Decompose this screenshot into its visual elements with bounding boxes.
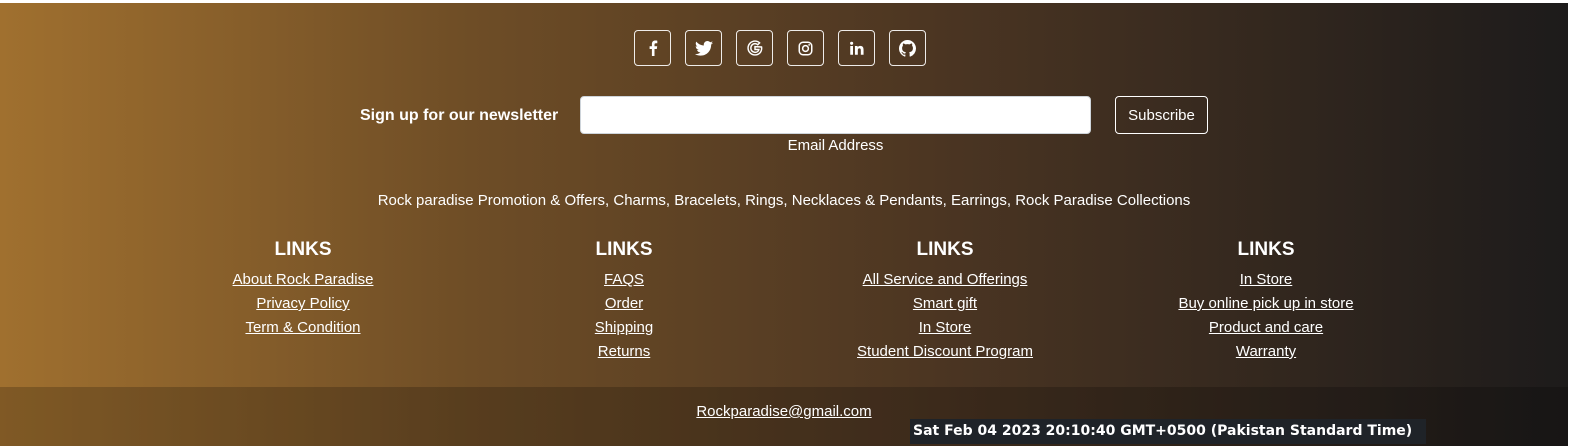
linkedin-button[interactable] [838, 30, 875, 66]
column-title: LINKS [1237, 239, 1295, 260]
instagram-icon [798, 41, 813, 56]
link-returns[interactable]: Returns [464, 340, 784, 364]
contact-email-link[interactable]: Rockparadise@gmail.com [696, 403, 871, 420]
link-in-store[interactable]: In Store [785, 316, 1105, 340]
github-button[interactable] [889, 30, 926, 66]
link-shipping[interactable]: Shipping [464, 316, 784, 340]
email-caption: Email Address [787, 137, 884, 154]
google-icon [746, 40, 763, 56]
links-column-4: LINKS In Store Buy online pick up in sto… [1106, 238, 1426, 364]
current-datetime: Sat Feb 04 2023 20:10:40 GMT+0500 (Pakis… [910, 419, 1426, 444]
link-services[interactable]: All Service and Offerings [785, 268, 1105, 292]
link-about[interactable]: About Rock Paradise [143, 268, 463, 292]
instagram-button[interactable] [787, 30, 824, 66]
link-student-discount[interactable]: Student Discount Program [785, 340, 1105, 364]
facebook-icon [648, 40, 658, 56]
link-product-care[interactable]: Product and care [1106, 316, 1426, 340]
email-input[interactable] [580, 96, 1091, 134]
links-column-2: LINKS FAQS Order Shipping Returns [464, 238, 784, 364]
newsletter-label: Sign up for our newsletter [360, 107, 559, 124]
link-faqs[interactable]: FAQS [464, 268, 784, 292]
twitter-icon [694, 40, 713, 56]
contact-email: Rockparadise@gmail.com [0, 403, 1568, 420]
link-privacy[interactable]: Privacy Policy [143, 292, 463, 316]
social-links [634, 30, 926, 68]
links-column-3: LINKS All Service and Offerings Smart gi… [785, 238, 1105, 364]
github-icon [899, 39, 916, 57]
twitter-button[interactable] [685, 30, 722, 66]
linkedin-icon [849, 41, 864, 56]
column-title: LINKS [595, 239, 653, 260]
link-terms[interactable]: Term & Condition [143, 316, 463, 340]
links-column-1: LINKS About Rock Paradise Privacy Policy… [143, 238, 463, 340]
link-warranty[interactable]: Warranty [1106, 340, 1426, 364]
column-title: LINKS [916, 239, 974, 260]
link-order[interactable]: Order [464, 292, 784, 316]
link-smart-gift[interactable]: Smart gift [785, 292, 1105, 316]
google-button[interactable] [736, 30, 773, 66]
site-footer: Sign up for our newsletter Email Address… [0, 3, 1568, 446]
column-title: LINKS [274, 239, 332, 260]
link-pickup[interactable]: Buy online pick up in store [1106, 292, 1426, 316]
subscribe-button[interactable]: Subscribe [1115, 96, 1208, 134]
facebook-button[interactable] [634, 30, 671, 66]
promo-text: Rock paradise Promotion & Offers, Charms… [377, 192, 1191, 209]
link-in-store[interactable]: In Store [1106, 268, 1426, 292]
